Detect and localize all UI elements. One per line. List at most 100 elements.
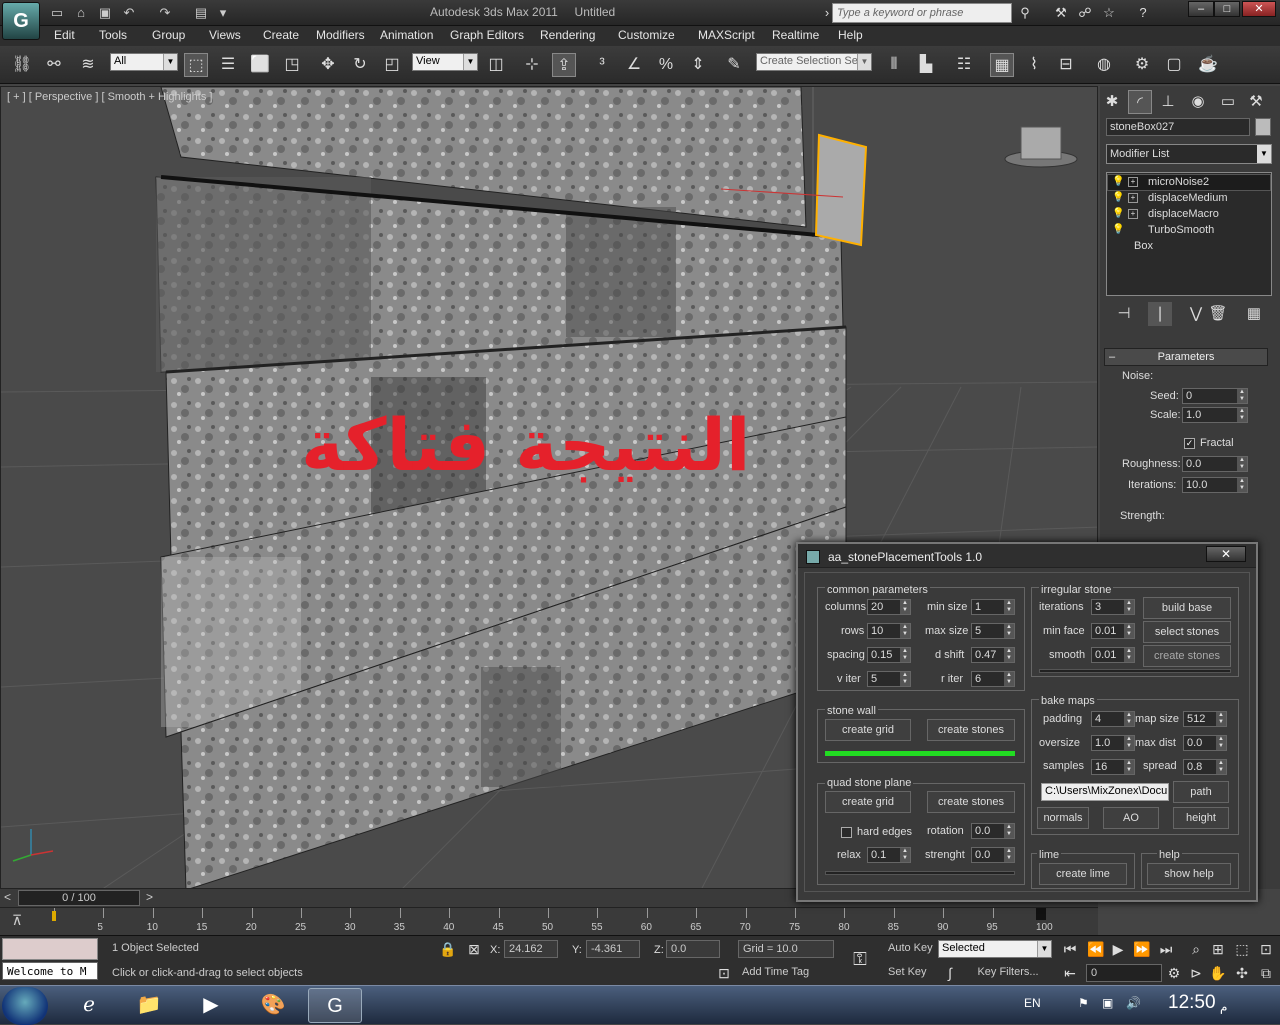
hierarchy-tab-icon[interactable]: ⊥ [1156,90,1180,114]
menu-modifiers[interactable]: Modifiers [316,28,365,42]
app-logo-button[interactable]: G [2,2,40,40]
max-size-spinner[interactable]: 5 ▲ ▼ [971,623,1015,639]
set-key-icon[interactable]: ⚿ [850,950,870,968]
utilities-tab-icon[interactable]: ⚒ [1244,90,1268,114]
3dsmax-taskbar-icon[interactable]: G [308,988,362,1023]
map-size-spinner[interactable]: 512 ▲ ▼ [1183,711,1227,727]
dialog-title-bar[interactable]: aa_stonePlacementTools 1.0 ✕ [798,544,1256,568]
network-icon[interactable]: ▣ [1102,996,1113,1010]
selection-lock-icon[interactable]: 🔒 [438,940,458,958]
menu-edit[interactable]: Edit [54,28,75,42]
internet-explorer-icon[interactable]: ℯ [62,988,116,1023]
go-to-end-icon[interactable]: ⏭ [1156,940,1176,958]
media-player-icon[interactable]: ▶ [184,988,238,1023]
create-tab-icon[interactable]: ✱ [1100,90,1124,114]
maximize-button[interactable]: □ [1214,1,1240,17]
relax-spinner[interactable]: 0.1 ▲ ▼ [867,847,911,863]
time-tag-icon[interactable]: ⊡ [714,964,734,982]
menu-views[interactable]: Views [209,28,241,42]
redo-icon[interactable]: ↷ [156,4,174,22]
track-bar[interactable]: ⊼ 5 10 15 20 25 30 35 40 45 50 55 60 65 70 75 80 85 90 95 1… [0,907,1098,935]
strenght-spinner[interactable]: 0.0 ▲ ▼ [971,847,1015,863]
key-mode-toggle-icon[interactable]: ⇤ [1060,964,1080,982]
lightbulb-icon[interactable]: 💡 [1112,224,1124,236]
quad-plane-create-stones-button[interactable]: create stones [927,791,1015,813]
r-iter-spinner[interactable]: 6 ▲ ▼ [971,671,1015,687]
qat-dropdown-icon[interactable]: ▾ [214,4,232,22]
modifier-list-dropdown[interactable]: Modifier List ▼ [1106,144,1272,164]
percent-snap-icon[interactable]: % [654,53,678,77]
parameters-rollout[interactable]: – Parameters [1104,348,1268,366]
seed-spinner[interactable]: 0 ▲ ▼ [1182,388,1248,404]
spacing-spinner[interactable]: 0.15 ▲ ▼ [867,647,911,663]
material-editor-icon[interactable]: ◍ [1092,53,1116,77]
modify-tab-icon[interactable]: ◜ [1128,90,1152,114]
menu-group[interactable]: Group [152,28,185,42]
dialog-close-button[interactable]: ✕ [1206,546,1246,562]
rows-spinner[interactable]: 10 ▲ ▼ [867,623,911,639]
menu-graph-editors[interactable]: Graph Editors [450,28,524,42]
undo-icon[interactable]: ↶ [120,4,138,22]
configure-sets-icon[interactable]: ▦ [1242,302,1266,326]
menu-create[interactable]: Create [263,28,299,42]
snaps-toggle-icon[interactable]: ³ [590,53,614,77]
layer-manager-icon[interactable]: ☷ [952,53,976,77]
zoom-icon[interactable]: ⌕ [1186,940,1206,958]
window-crossing-icon[interactable]: ◳ [280,53,304,77]
time-slider-handle[interactable]: 0 / 100 [18,890,140,906]
play-icon[interactable]: ▶ [1108,940,1128,958]
bake-path-field[interactable]: C:\Users\MixZonex\Docu [1041,783,1169,801]
open-file-icon[interactable]: ⌂ [72,4,90,22]
menu-tools[interactable]: Tools [99,28,127,42]
time-next-icon[interactable]: > [146,890,153,904]
volume-icon[interactable]: 🔊 [1126,996,1141,1010]
start-button[interactable] [2,987,48,1025]
curve-editor-icon[interactable]: ⌇ [1022,53,1046,77]
samples-spinner[interactable]: 16 ▲ ▼ [1091,759,1135,775]
min-face-spinner[interactable]: 0.01 ▲ ▼ [1091,623,1135,639]
stack-item[interactable]: Box [1108,239,1270,254]
build-base-button[interactable]: build base [1143,597,1231,619]
stone-wall[interactable] [155,87,847,889]
communication-icon[interactable]: ☍ [1076,4,1094,22]
schematic-view-icon[interactable]: ⊟ [1054,53,1078,77]
min-size-spinner[interactable]: 1 ▲ ▼ [971,599,1015,615]
menu-maxscript[interactable]: MAXScript [698,28,755,42]
scale-spinner[interactable]: 1.0 ▲ ▼ [1182,407,1248,423]
orbit-icon[interactable]: ✣ [1232,964,1252,982]
d-shift-spinner[interactable]: 0.47 ▲ ▼ [971,647,1015,663]
spinner-snap-icon[interactable]: ⇕ [686,53,710,77]
lightbulb-icon[interactable]: 💡 [1112,176,1124,188]
selected-stone-box[interactable] [814,133,868,247]
close-button[interactable]: ✕ [1242,1,1276,17]
iterations-spinner[interactable]: 10.0 ▲ ▼ [1182,477,1248,493]
angle-snap-icon[interactable]: ∠ [622,53,646,77]
oversize-spinner[interactable]: 1.0 ▲ ▼ [1091,735,1135,751]
remove-modifier-icon[interactable]: 🗑 [1206,302,1230,326]
add-time-tag[interactable]: Add Time Tag [738,964,834,982]
hard-edges-checkbox[interactable] [841,827,852,838]
keyboard-shortcut-override-icon[interactable]: ⇪ [552,53,576,77]
select-by-name-icon[interactable]: ☰ [216,53,240,77]
scale-icon[interactable]: ◰ [380,53,404,77]
irregular-create-stones-button[interactable]: create stones [1143,645,1231,667]
roughness-spinner[interactable]: 0.0 ▲ ▼ [1182,456,1248,472]
y-coordinate-field[interactable]: -4.361 [586,940,640,958]
bind-spacewarp-icon[interactable]: ≋ [76,53,100,77]
smooth-spinner[interactable]: 0.01 ▲ ▼ [1091,647,1135,663]
padding-spinner[interactable]: 4 ▲ ▼ [1091,711,1135,727]
rotate-icon[interactable]: ↻ [348,53,372,77]
render-production-icon[interactable]: ☕ [1196,53,1220,77]
go-to-start-icon[interactable]: ⏮ [1060,940,1080,958]
expand-icon[interactable]: + [1128,209,1138,219]
lightbulb-icon[interactable]: 💡 [1112,192,1124,204]
new-file-icon[interactable]: ▭ [48,4,66,22]
language-indicator[interactable]: EN [1024,996,1041,1010]
mirror-icon[interactable]: ⫴ [882,53,906,77]
select-object-icon[interactable]: ⬚ [184,53,208,77]
key-filters-button[interactable]: Key Filters... [966,964,1050,982]
key-filter-curve-icon[interactable]: ∫ [940,964,960,982]
height-button[interactable]: height [1173,807,1229,829]
maxscript-mini-listener[interactable]: Welcome to M [2,962,98,980]
stack-item[interactable]: 💡 TurboSmooth [1108,223,1270,238]
